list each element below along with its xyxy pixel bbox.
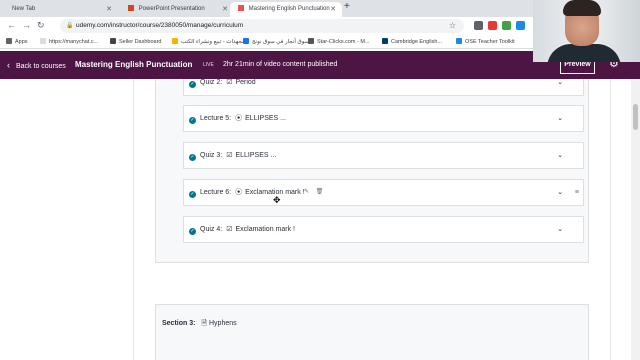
cambridge-icon bbox=[382, 38, 388, 44]
drag-handle-icon[interactable]: ≡ bbox=[575, 180, 579, 205]
star-clicks-icon bbox=[308, 38, 314, 44]
back-to-courses-link[interactable]: ‹ Back to courses bbox=[7, 51, 66, 81]
page-scrollbar[interactable] bbox=[631, 79, 640, 360]
browser-tab-new-tab[interactable]: New Tab ✕ bbox=[4, 2, 118, 17]
curriculum-item[interactable]: ✓ Quiz 3: ☑ ELLIPSES ... ⌄ bbox=[183, 142, 584, 169]
bookmark-icon bbox=[172, 38, 178, 44]
bookmark-cambridge[interactable]: Cambridge English... bbox=[382, 35, 442, 49]
published-duration: 2hr 21min of video content published bbox=[223, 61, 338, 68]
ose-icon bbox=[456, 38, 462, 44]
url-text: udemy.com/instructor/course/2380050/mana… bbox=[76, 22, 244, 29]
section-3-card[interactable]: Section 3: 🗎 Hyphens bbox=[155, 304, 589, 360]
close-icon[interactable]: ✕ bbox=[222, 2, 228, 17]
back-arrow-icon[interactable]: ← bbox=[7, 20, 16, 30]
webcam-overlay bbox=[533, 0, 640, 62]
udemy-favicon-icon bbox=[238, 5, 244, 11]
curriculum-item[interactable]: ✓ Quiz 2: ☑ Period ⌄ bbox=[183, 79, 584, 96]
extension-icon[interactable] bbox=[502, 21, 511, 30]
extension-icon[interactable] bbox=[474, 21, 483, 30]
curriculum-page: ✓ Quiz 2: ☑ Period ⌄ ✓ Lecture 5: ⦿ ELLIPSES .… bbox=[0, 79, 640, 360]
bookmark-manychat[interactable]: https://manychat.c... bbox=[40, 35, 98, 49]
chevron-down-icon[interactable]: ⌄ bbox=[557, 180, 563, 205]
seller-icon bbox=[110, 38, 116, 44]
curriculum-item[interactable]: ✓ Quiz 4: ☑ Exclamation mark ! ⌄ bbox=[183, 216, 584, 243]
play-circle-icon: ⦿ bbox=[235, 115, 243, 122]
powerpoint-favicon-icon bbox=[128, 5, 134, 11]
reload-icon[interactable]: ↻ bbox=[37, 20, 45, 31]
move-cursor-icon: ✥ bbox=[273, 195, 281, 205]
curriculum-item[interactable]: ✓ Lecture 6: ⦿ Exclamation mark ! ✎ 🗑 ⌄ ≡ bbox=[183, 179, 584, 206]
document-icon: 🗎 bbox=[201, 320, 208, 327]
chevron-down-icon[interactable]: ⌄ bbox=[557, 106, 563, 131]
bookmark-star-clicks[interactable]: Star-Clicks.com - M... bbox=[308, 35, 370, 49]
chevron-down-icon[interactable]: ⌄ bbox=[557, 143, 563, 168]
chevron-left-icon: ‹ bbox=[7, 60, 10, 70]
extension-icon[interactable] bbox=[516, 21, 525, 30]
apps-grid-icon bbox=[6, 38, 12, 44]
check-circle-icon: ✓ bbox=[189, 117, 196, 124]
check-circle-icon: ✓ bbox=[189, 191, 196, 198]
browser-tab-powerpoint[interactable]: PowerPoint Presentation ✕ bbox=[120, 2, 234, 17]
pencil-icon[interactable]: ✎ bbox=[304, 189, 309, 195]
check-circle-icon: ✓ bbox=[189, 228, 196, 235]
chevron-down-icon[interactable]: ⌄ bbox=[557, 79, 563, 95]
play-circle-icon: ⦿ bbox=[235, 189, 243, 196]
check-circle-icon: ✓ bbox=[189, 154, 196, 161]
instructor-hair bbox=[563, 0, 601, 16]
status-badge: LIVE bbox=[203, 62, 214, 68]
bookmark-icon bbox=[243, 38, 249, 44]
browser-tab-udemy[interactable]: Mastering English Punctuation ✕ bbox=[230, 2, 342, 17]
forward-arrow-icon[interactable]: → bbox=[22, 20, 31, 30]
section-label: Section 3: bbox=[162, 320, 196, 327]
bookmark-seller-dashboard[interactable]: Seller Dashboard bbox=[110, 35, 162, 49]
address-bar[interactable]: 🔒 udemy.com/instructor/course/2380050/ma… bbox=[60, 19, 464, 33]
bookmark-ose-toolkit[interactable]: OSE Teacher Toolkit bbox=[456, 35, 515, 49]
trash-icon[interactable]: 🗑 bbox=[316, 189, 324, 195]
scrollbar-thumb[interactable] bbox=[633, 104, 638, 130]
bookmark-arabic-books[interactable]: مجهدات - تبيع ونشراء الكتب bbox=[172, 35, 245, 49]
section-title: Hyphens bbox=[209, 320, 237, 327]
bookmark-star-icon[interactable]: ☆ bbox=[449, 19, 456, 33]
checkbox-icon: ☑ bbox=[226, 226, 233, 233]
lock-icon: 🔒 bbox=[66, 23, 74, 29]
close-icon[interactable]: ✕ bbox=[330, 2, 336, 17]
extension-icon[interactable] bbox=[488, 21, 497, 30]
bookmark-apps[interactable]: Apps bbox=[6, 35, 28, 49]
new-tab-button[interactable]: + bbox=[344, 1, 350, 12]
check-circle-icon: ✓ bbox=[189, 81, 196, 88]
close-icon[interactable]: ✕ bbox=[106, 2, 112, 17]
checkbox-icon: ☑ bbox=[226, 152, 233, 159]
chevron-down-icon[interactable]: ⌄ bbox=[557, 217, 563, 242]
page-icon bbox=[40, 38, 46, 44]
course-title: Mastering English Punctuation bbox=[75, 60, 193, 69]
checkbox-icon: ☑ bbox=[226, 79, 233, 86]
curriculum-item[interactable]: ✓ Lecture 5: ⦿ ELLIPSES ... ⌄ bbox=[183, 105, 584, 132]
bookmark-arabic-market[interactable]: سوق أنجار في سوق نونج bbox=[243, 35, 309, 49]
